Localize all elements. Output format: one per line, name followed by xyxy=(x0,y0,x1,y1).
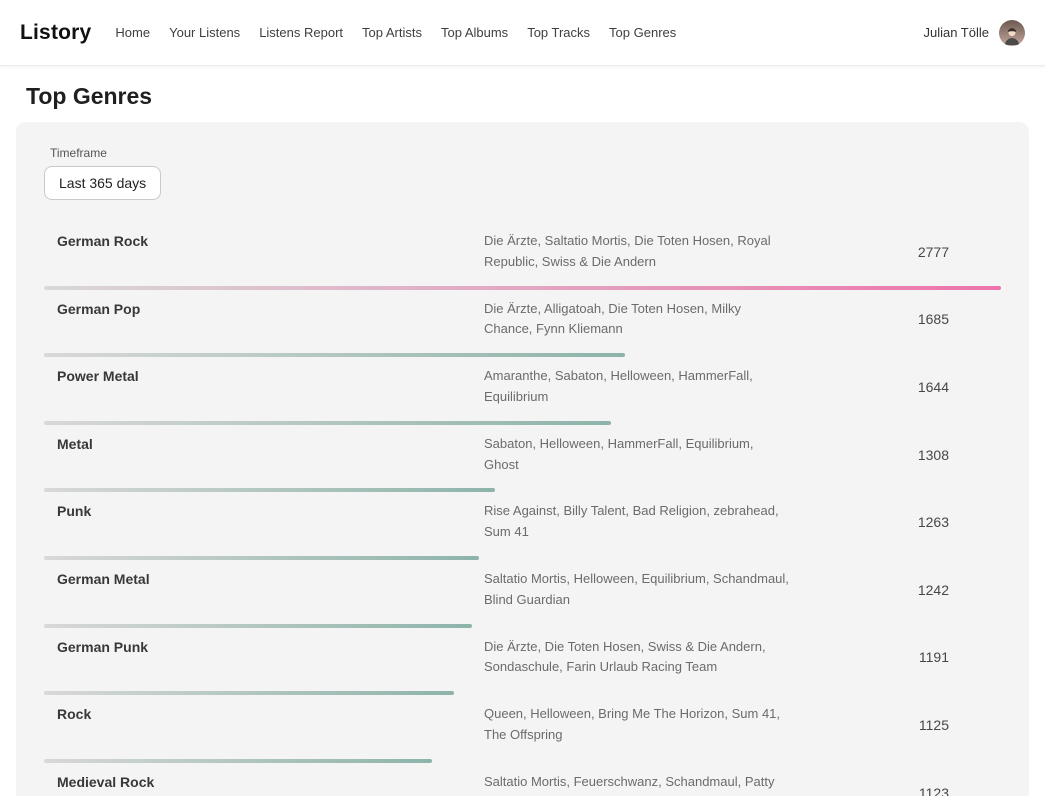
nav-item[interactable]: Top Genres xyxy=(609,25,676,40)
genre-artists: Die Ärzte, Alligatoah, Die Toten Hosen, … xyxy=(484,299,789,341)
user-area: Julian Tölle xyxy=(923,20,1025,46)
genre-count: 1685 xyxy=(789,311,1001,327)
genre-row[interactable]: German Punk Die Ärzte, Die Toten Hosen, … xyxy=(44,628,1001,696)
genre-row[interactable]: German Metal Saltatio Mortis, Helloween,… xyxy=(44,560,1001,628)
genre-name: Metal xyxy=(44,434,484,452)
nav-item[interactable]: Listens Report xyxy=(259,25,343,40)
timeframe-select[interactable]: Last 365 days xyxy=(44,166,161,200)
genre-count: 1308 xyxy=(789,447,1001,463)
genre-row[interactable]: Punk Rise Against, Billy Talent, Bad Rel… xyxy=(44,492,1001,560)
nav-item[interactable]: Home xyxy=(115,25,150,40)
genre-name: German Pop xyxy=(44,299,484,317)
nav-item[interactable]: Your Listens xyxy=(169,25,240,40)
genre-artists: Rise Against, Billy Talent, Bad Religion… xyxy=(484,501,789,543)
timeframe-label: Timeframe xyxy=(50,146,1001,160)
app-logo[interactable]: Listory xyxy=(20,21,91,45)
user-name: Julian Tölle xyxy=(923,25,989,40)
genre-name: German Rock xyxy=(44,231,484,249)
person-icon xyxy=(1002,26,1022,46)
genre-list: German Rock Die Ärzte, Saltatio Mortis, … xyxy=(44,222,1001,796)
genre-count: 1191 xyxy=(789,649,1001,665)
nav-item[interactable]: Top Albums xyxy=(441,25,508,40)
genre-count: 1644 xyxy=(789,379,1001,395)
genre-row[interactable]: Metal Sabaton, Helloween, HammerFall, Eq… xyxy=(44,425,1001,493)
nav-item[interactable]: Top Artists xyxy=(362,25,422,40)
genre-name: German Punk xyxy=(44,637,484,655)
genre-name: Punk xyxy=(44,501,484,519)
main-nav: Home Your Listens Listens Report Top Art… xyxy=(115,25,923,40)
genre-row[interactable]: Power Metal Amaranthe, Sabaton, Hellowee… xyxy=(44,357,1001,425)
genre-artists: Amaranthe, Sabaton, Helloween, HammerFal… xyxy=(484,366,789,408)
genre-count: 1242 xyxy=(789,582,1001,598)
genre-count: 1125 xyxy=(789,717,1001,733)
genre-name: German Metal xyxy=(44,569,484,587)
main-content: Top Genres Timeframe Last 365 days Germa… xyxy=(0,83,1045,796)
timeframe-filter: Timeframe Last 365 days xyxy=(44,146,1001,200)
genre-artists: Sabaton, Helloween, HammerFall, Equilibr… xyxy=(484,434,789,476)
genre-artists: Saltatio Mortis, Feuerschwanz, Schandmau… xyxy=(484,772,789,796)
nav-item[interactable]: Top Tracks xyxy=(527,25,590,40)
genre-name: Power Metal xyxy=(44,366,484,384)
genre-artists: Saltatio Mortis, Helloween, Equilibrium,… xyxy=(484,569,789,611)
genre-count: 2777 xyxy=(789,244,1001,260)
genre-artists: Die Ärzte, Saltatio Mortis, Die Toten Ho… xyxy=(484,231,789,273)
genre-row[interactable]: Rock Queen, Helloween, Bring Me The Hori… xyxy=(44,695,1001,763)
genre-count: 1263 xyxy=(789,514,1001,530)
page-title: Top Genres xyxy=(26,83,1019,110)
genre-name: Rock xyxy=(44,704,484,722)
genre-row[interactable]: German Rock Die Ärzte, Saltatio Mortis, … xyxy=(44,222,1001,290)
genre-count: 1123 xyxy=(789,785,1001,796)
genre-artists: Die Ärzte, Die Toten Hosen, Swiss & Die … xyxy=(484,637,789,679)
avatar[interactable] xyxy=(999,20,1025,46)
genre-name: Medieval Rock xyxy=(44,772,484,790)
genre-artists: Queen, Helloween, Bring Me The Horizon, … xyxy=(484,704,789,746)
genre-row[interactable]: Medieval Rock Saltatio Mortis, Feuerschw… xyxy=(44,763,1001,796)
top-nav-bar: Listory Home Your Listens Listens Report… xyxy=(0,0,1045,66)
genre-row[interactable]: German Pop Die Ärzte, Alligatoah, Die To… xyxy=(44,290,1001,358)
genres-card: Timeframe Last 365 days German Rock Die … xyxy=(16,122,1029,796)
